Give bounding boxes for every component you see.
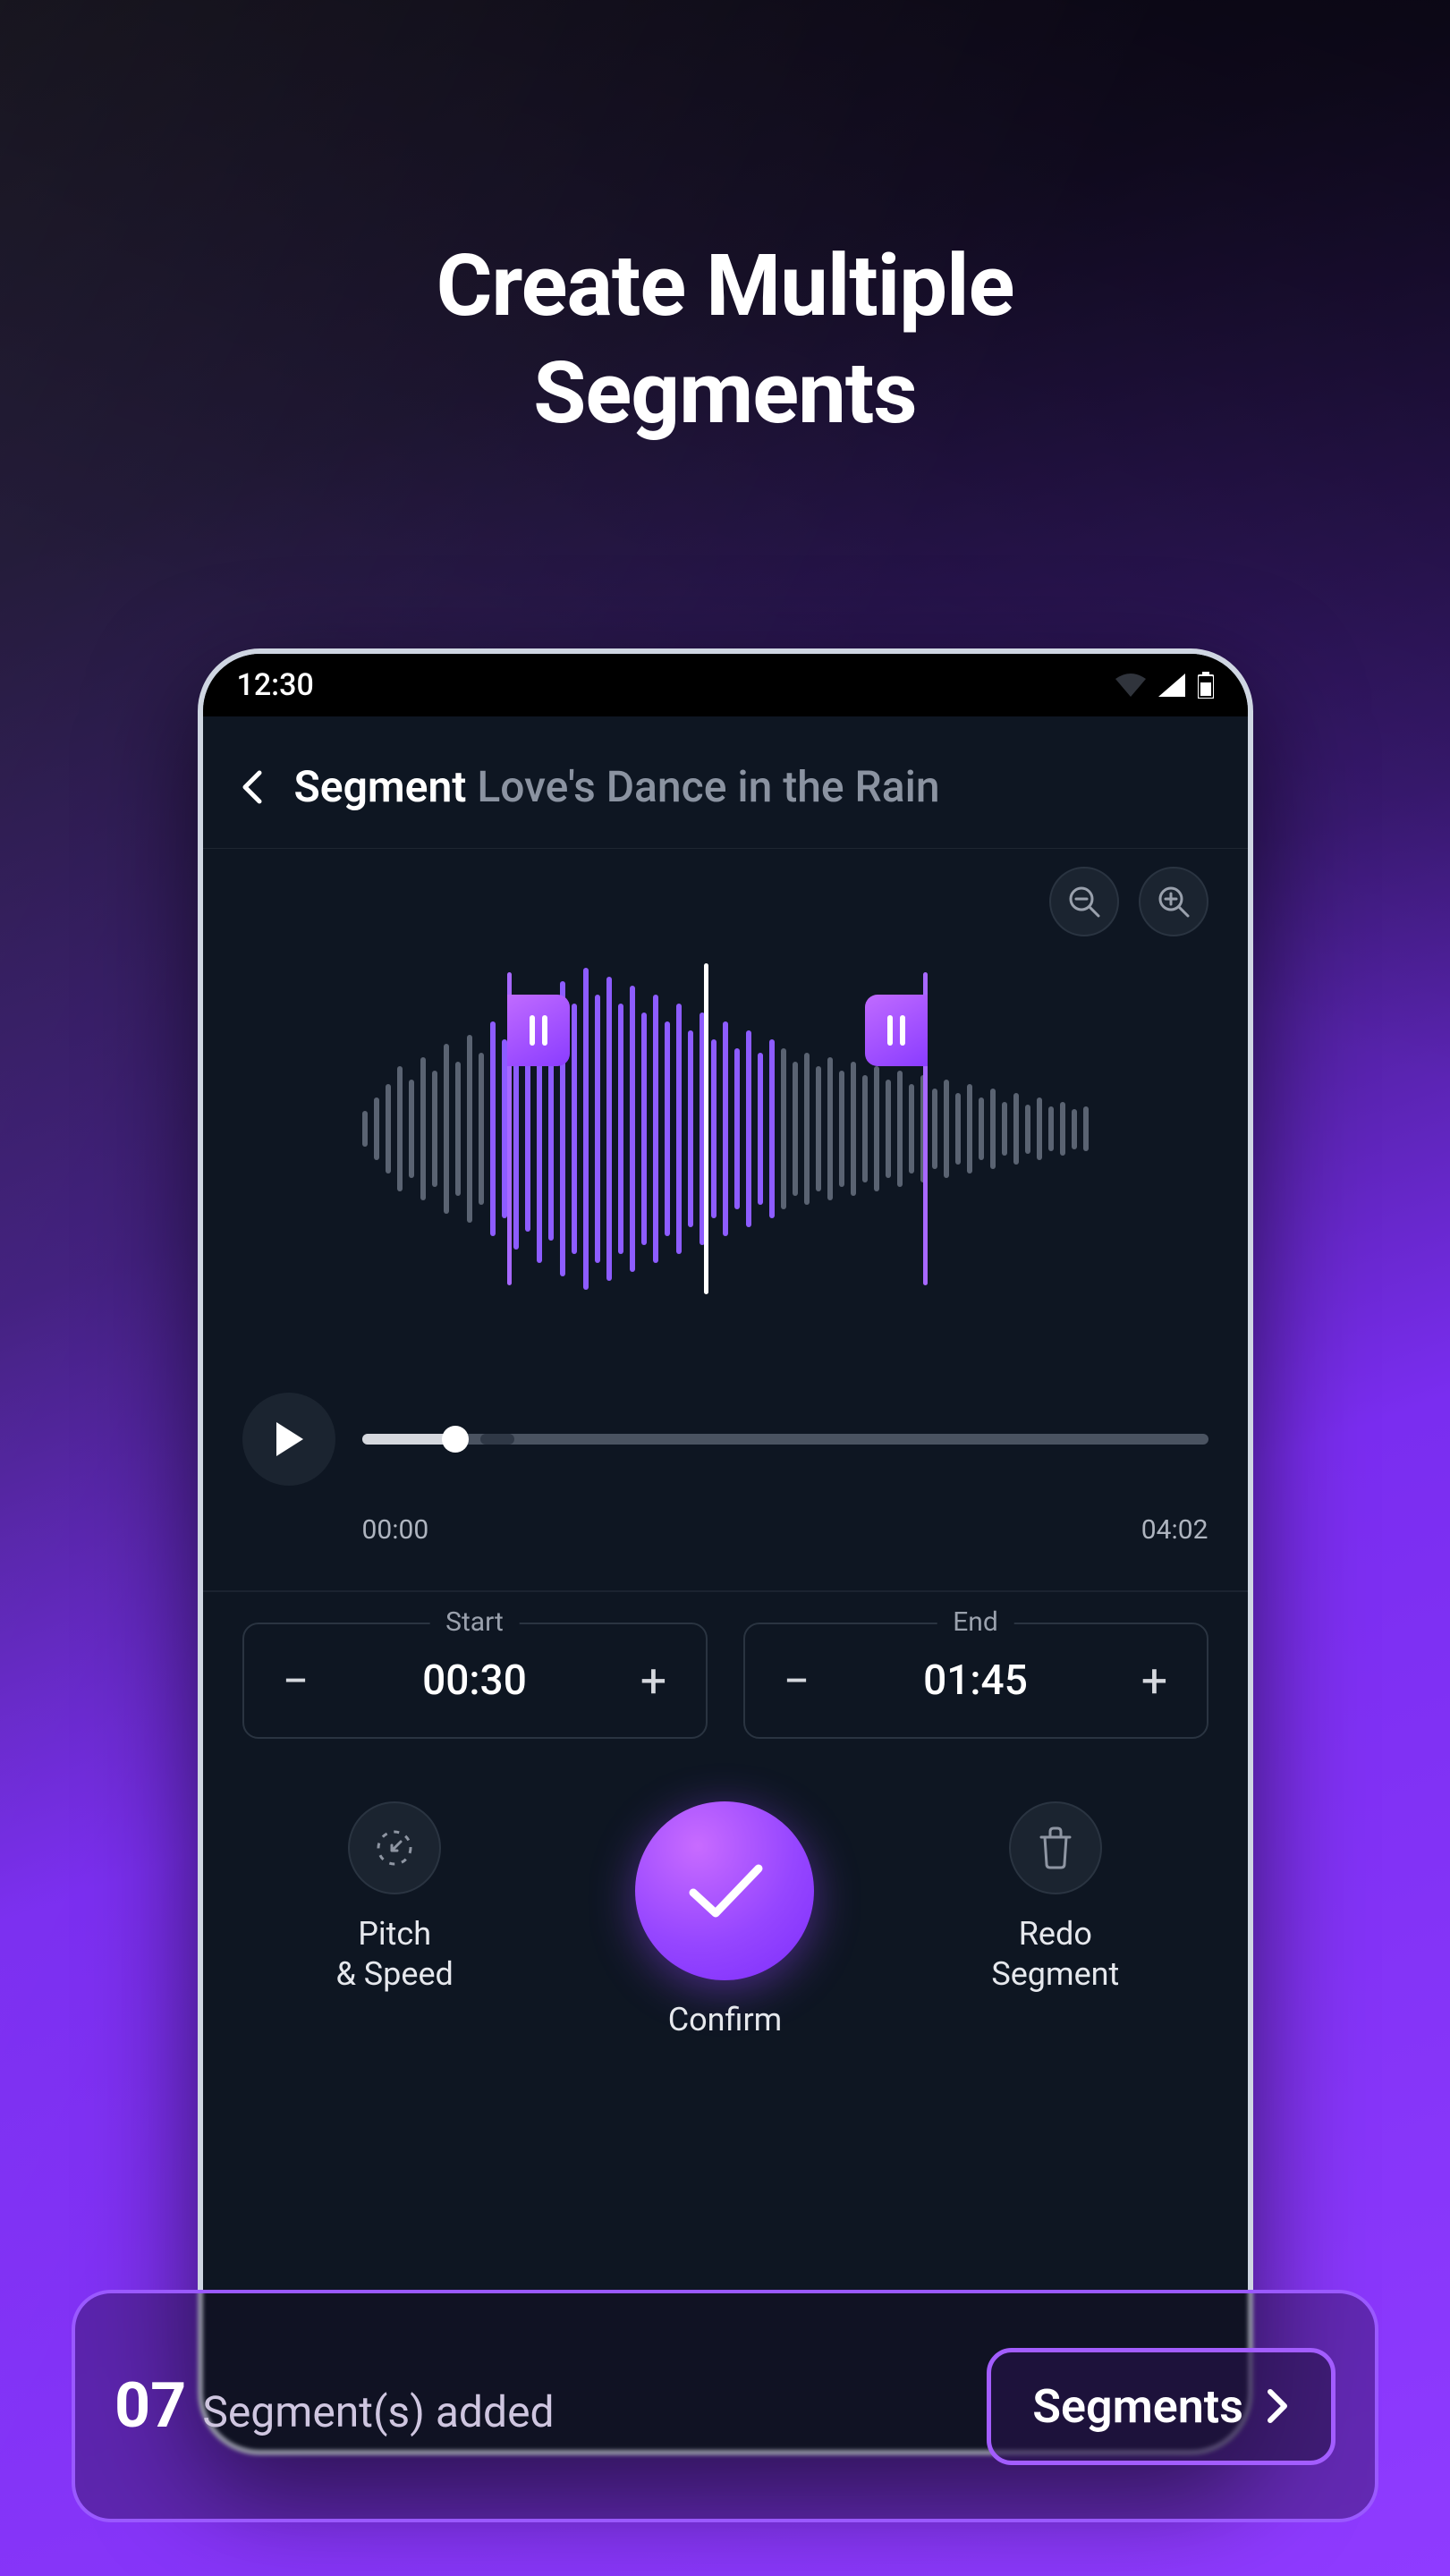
status-icons bbox=[1115, 672, 1214, 699]
range-editors: Start − 00:30 + End − 01:45 + bbox=[203, 1590, 1248, 1739]
status-bar: 12:30 bbox=[203, 654, 1248, 716]
time-total: 04:02 bbox=[1141, 1514, 1208, 1546]
pitch-speed-icon bbox=[372, 1826, 417, 1870]
redo-label: Redo Segment bbox=[991, 1914, 1119, 1995]
headline-line-2: Segments bbox=[0, 340, 1450, 447]
grip-icon bbox=[900, 1015, 905, 1046]
confirm-label: Confirm bbox=[668, 2000, 783, 2040]
app-bar: Segment Love's Dance in the Rain bbox=[203, 716, 1248, 849]
headline-line-1: Create Multiple bbox=[0, 233, 1450, 340]
pitch-speed-icon-wrap bbox=[348, 1801, 441, 1894]
title-main: Segment bbox=[294, 761, 467, 812]
selection-handle-right[interactable] bbox=[865, 995, 928, 1066]
play-button[interactable] bbox=[242, 1393, 335, 1486]
segments-button-label: Segments bbox=[1032, 2379, 1243, 2434]
page-headline: Create Multiple Segments bbox=[0, 233, 1450, 447]
grip-icon bbox=[542, 1015, 547, 1046]
playhead[interactable] bbox=[704, 963, 708, 1294]
battery-icon bbox=[1198, 672, 1214, 699]
trash-icon bbox=[1036, 1826, 1075, 1869]
confirm-icon-wrap bbox=[635, 1801, 814, 1980]
grip-icon bbox=[887, 1015, 893, 1046]
screen-title: Segment Love's Dance in the Rain bbox=[294, 761, 940, 812]
check-icon bbox=[680, 1855, 769, 1927]
chevron-left-icon bbox=[240, 769, 263, 805]
back-button[interactable] bbox=[233, 769, 269, 805]
seek-secondary bbox=[480, 1434, 514, 1445]
end-increment[interactable]: + bbox=[1128, 1654, 1182, 1708]
start-decrement[interactable]: − bbox=[269, 1654, 323, 1708]
phone-frame: 12:30 Segment Love's Dance in the Rain bbox=[198, 648, 1253, 2455]
start-increment[interactable]: + bbox=[627, 1654, 681, 1708]
end-value[interactable]: 01:45 bbox=[923, 1657, 1028, 1705]
zoom-in-icon bbox=[1157, 885, 1191, 919]
zoom-in-button[interactable] bbox=[1139, 867, 1208, 936]
end-decrement[interactable]: − bbox=[770, 1654, 824, 1708]
actions-row: Pitch & Speed Confirm Redo Segment bbox=[203, 1739, 1248, 2040]
segments-text: Segment(s) added bbox=[202, 2386, 554, 2437]
selection-handle-left[interactable] bbox=[507, 995, 570, 1066]
segments-button[interactable]: Segments bbox=[987, 2348, 1336, 2465]
status-time: 12:30 bbox=[237, 667, 314, 703]
title-subtitle: Love's Dance in the Rain bbox=[477, 761, 939, 812]
action-confirm[interactable]: Confirm bbox=[608, 1801, 841, 2040]
segments-overlay: 07 Segment(s) added Segments bbox=[72, 2290, 1378, 2522]
grip-icon bbox=[530, 1015, 535, 1046]
chevron-right-icon bbox=[1265, 2388, 1290, 2424]
redo-icon-wrap bbox=[1009, 1801, 1102, 1894]
pitch-speed-label: Pitch & Speed bbox=[335, 1914, 453, 1995]
seek-track[interactable] bbox=[362, 1434, 1208, 1445]
seek-thumb[interactable] bbox=[442, 1426, 469, 1453]
range-start-label: Start bbox=[429, 1606, 520, 1638]
range-end: End − 01:45 + bbox=[743, 1623, 1208, 1739]
action-pitch-speed[interactable]: Pitch & Speed bbox=[278, 1801, 511, 1995]
zoom-out-icon bbox=[1067, 885, 1101, 919]
waveform bbox=[362, 968, 1089, 1290]
range-end-label: End bbox=[937, 1606, 1014, 1638]
signal-icon bbox=[1158, 674, 1185, 697]
segments-count: 07 bbox=[114, 2369, 186, 2443]
playback-controls bbox=[203, 1339, 1248, 1530]
wifi-icon bbox=[1115, 674, 1146, 697]
range-start: Start − 00:30 + bbox=[242, 1623, 708, 1739]
time-current: 00:00 bbox=[362, 1514, 429, 1546]
time-labels: 00:00 04:02 bbox=[203, 1514, 1248, 1546]
zoom-controls bbox=[203, 849, 1248, 936]
segments-status: 07 Segment(s) added bbox=[114, 2369, 555, 2443]
waveform-area[interactable] bbox=[203, 954, 1248, 1303]
play-icon bbox=[273, 1420, 305, 1458]
start-value[interactable]: 00:30 bbox=[422, 1657, 527, 1705]
action-redo[interactable]: Redo Segment bbox=[939, 1801, 1172, 1995]
zoom-out-button[interactable] bbox=[1049, 867, 1119, 936]
